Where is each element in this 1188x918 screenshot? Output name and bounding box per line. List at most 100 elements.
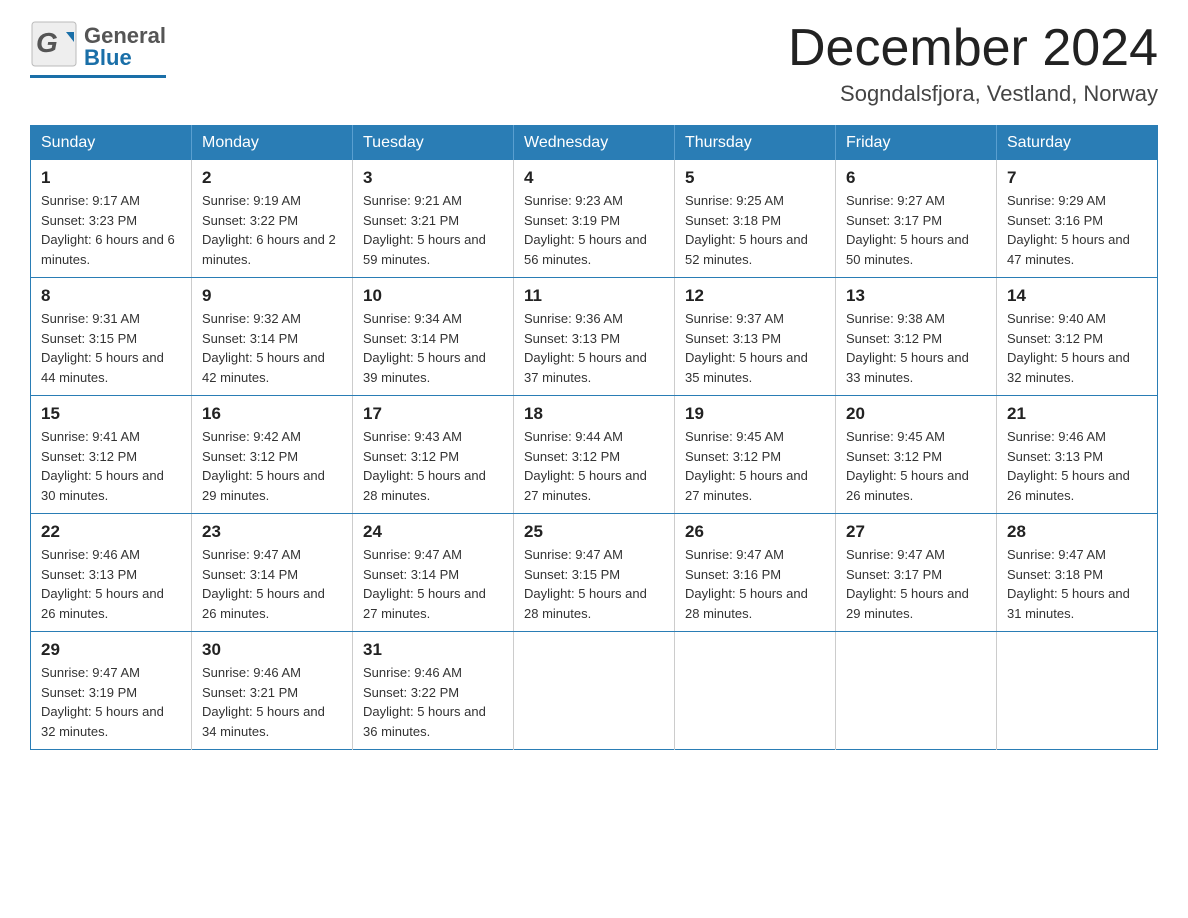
table-row: 21 Sunrise: 9:46 AMSunset: 3:13 PMDaylig… bbox=[997, 396, 1158, 514]
table-row: 25 Sunrise: 9:47 AMSunset: 3:15 PMDaylig… bbox=[514, 514, 675, 632]
col-sunday: Sunday bbox=[31, 126, 192, 161]
table-row: 2 Sunrise: 9:19 AMSunset: 3:22 PMDayligh… bbox=[192, 160, 353, 278]
day-info: Sunrise: 9:46 AMSunset: 3:13 PMDaylight:… bbox=[1007, 429, 1130, 503]
day-info: Sunrise: 9:46 AMSunset: 3:21 PMDaylight:… bbox=[202, 665, 325, 739]
day-number: 27 bbox=[846, 522, 986, 542]
day-number: 22 bbox=[41, 522, 181, 542]
logo-icon: G bbox=[30, 20, 78, 68]
day-info: Sunrise: 9:42 AMSunset: 3:12 PMDaylight:… bbox=[202, 429, 325, 503]
table-row: 31 Sunrise: 9:46 AMSunset: 3:22 PMDaylig… bbox=[353, 632, 514, 750]
table-row: 7 Sunrise: 9:29 AMSunset: 3:16 PMDayligh… bbox=[997, 160, 1158, 278]
table-row: 28 Sunrise: 9:47 AMSunset: 3:18 PMDaylig… bbox=[997, 514, 1158, 632]
month-title: December 2024 bbox=[788, 20, 1158, 77]
day-info: Sunrise: 9:47 AMSunset: 3:14 PMDaylight:… bbox=[202, 547, 325, 621]
table-row: 29 Sunrise: 9:47 AMSunset: 3:19 PMDaylig… bbox=[31, 632, 192, 750]
table-row: 14 Sunrise: 9:40 AMSunset: 3:12 PMDaylig… bbox=[997, 278, 1158, 396]
day-info: Sunrise: 9:27 AMSunset: 3:17 PMDaylight:… bbox=[846, 193, 969, 267]
page-container: G General Blue December 2024 Sogndalsfjo… bbox=[30, 20, 1158, 750]
day-info: Sunrise: 9:36 AMSunset: 3:13 PMDaylight:… bbox=[524, 311, 647, 385]
day-number: 24 bbox=[363, 522, 503, 542]
day-info: Sunrise: 9:47 AMSunset: 3:14 PMDaylight:… bbox=[363, 547, 486, 621]
col-saturday: Saturday bbox=[997, 126, 1158, 161]
day-info: Sunrise: 9:37 AMSunset: 3:13 PMDaylight:… bbox=[685, 311, 808, 385]
day-number: 1 bbox=[41, 168, 181, 188]
day-number: 28 bbox=[1007, 522, 1147, 542]
table-row: 26 Sunrise: 9:47 AMSunset: 3:16 PMDaylig… bbox=[675, 514, 836, 632]
day-info: Sunrise: 9:41 AMSunset: 3:12 PMDaylight:… bbox=[41, 429, 164, 503]
day-number: 18 bbox=[524, 404, 664, 424]
table-row: 16 Sunrise: 9:42 AMSunset: 3:12 PMDaylig… bbox=[192, 396, 353, 514]
table-row: 30 Sunrise: 9:46 AMSunset: 3:21 PMDaylig… bbox=[192, 632, 353, 750]
day-number: 11 bbox=[524, 286, 664, 306]
table-row: 20 Sunrise: 9:45 AMSunset: 3:12 PMDaylig… bbox=[836, 396, 997, 514]
day-info: Sunrise: 9:23 AMSunset: 3:19 PMDaylight:… bbox=[524, 193, 647, 267]
day-number: 31 bbox=[363, 640, 503, 660]
table-row: 1 Sunrise: 9:17 AMSunset: 3:23 PMDayligh… bbox=[31, 160, 192, 278]
table-row: 27 Sunrise: 9:47 AMSunset: 3:17 PMDaylig… bbox=[836, 514, 997, 632]
day-info: Sunrise: 9:43 AMSunset: 3:12 PMDaylight:… bbox=[363, 429, 486, 503]
day-info: Sunrise: 9:47 AMSunset: 3:19 PMDaylight:… bbox=[41, 665, 164, 739]
day-info: Sunrise: 9:47 AMSunset: 3:17 PMDaylight:… bbox=[846, 547, 969, 621]
logo-general-text: General bbox=[84, 25, 166, 47]
day-info: Sunrise: 9:32 AMSunset: 3:14 PMDaylight:… bbox=[202, 311, 325, 385]
calendar-week-row: 8 Sunrise: 9:31 AMSunset: 3:15 PMDayligh… bbox=[31, 278, 1158, 396]
table-row: 10 Sunrise: 9:34 AMSunset: 3:14 PMDaylig… bbox=[353, 278, 514, 396]
table-row bbox=[836, 632, 997, 750]
table-row: 24 Sunrise: 9:47 AMSunset: 3:14 PMDaylig… bbox=[353, 514, 514, 632]
day-number: 2 bbox=[202, 168, 342, 188]
calendar-week-row: 29 Sunrise: 9:47 AMSunset: 3:19 PMDaylig… bbox=[31, 632, 1158, 750]
table-row: 4 Sunrise: 9:23 AMSunset: 3:19 PMDayligh… bbox=[514, 160, 675, 278]
day-info: Sunrise: 9:46 AMSunset: 3:22 PMDaylight:… bbox=[363, 665, 486, 739]
day-info: Sunrise: 9:29 AMSunset: 3:16 PMDaylight:… bbox=[1007, 193, 1130, 267]
table-row bbox=[514, 632, 675, 750]
table-row: 3 Sunrise: 9:21 AMSunset: 3:21 PMDayligh… bbox=[353, 160, 514, 278]
table-row: 6 Sunrise: 9:27 AMSunset: 3:17 PMDayligh… bbox=[836, 160, 997, 278]
day-info: Sunrise: 9:47 AMSunset: 3:18 PMDaylight:… bbox=[1007, 547, 1130, 621]
calendar-week-row: 1 Sunrise: 9:17 AMSunset: 3:23 PMDayligh… bbox=[31, 160, 1158, 278]
svg-text:G: G bbox=[36, 27, 58, 58]
table-row: 5 Sunrise: 9:25 AMSunset: 3:18 PMDayligh… bbox=[675, 160, 836, 278]
day-number: 21 bbox=[1007, 404, 1147, 424]
table-row: 12 Sunrise: 9:37 AMSunset: 3:13 PMDaylig… bbox=[675, 278, 836, 396]
day-number: 9 bbox=[202, 286, 342, 306]
day-number: 13 bbox=[846, 286, 986, 306]
calendar-week-row: 22 Sunrise: 9:46 AMSunset: 3:13 PMDaylig… bbox=[31, 514, 1158, 632]
day-number: 4 bbox=[524, 168, 664, 188]
day-info: Sunrise: 9:47 AMSunset: 3:15 PMDaylight:… bbox=[524, 547, 647, 621]
day-info: Sunrise: 9:19 AMSunset: 3:22 PMDaylight:… bbox=[202, 193, 336, 267]
table-row: 19 Sunrise: 9:45 AMSunset: 3:12 PMDaylig… bbox=[675, 396, 836, 514]
day-info: Sunrise: 9:34 AMSunset: 3:14 PMDaylight:… bbox=[363, 311, 486, 385]
table-row: 23 Sunrise: 9:47 AMSunset: 3:14 PMDaylig… bbox=[192, 514, 353, 632]
day-number: 7 bbox=[1007, 168, 1147, 188]
day-number: 19 bbox=[685, 404, 825, 424]
table-row bbox=[675, 632, 836, 750]
day-number: 26 bbox=[685, 522, 825, 542]
calendar-table: Sunday Monday Tuesday Wednesday Thursday… bbox=[30, 125, 1158, 750]
day-info: Sunrise: 9:45 AMSunset: 3:12 PMDaylight:… bbox=[846, 429, 969, 503]
logo-blue-text: Blue bbox=[84, 47, 166, 69]
day-info: Sunrise: 9:40 AMSunset: 3:12 PMDaylight:… bbox=[1007, 311, 1130, 385]
col-tuesday: Tuesday bbox=[353, 126, 514, 161]
title-area: December 2024 Sogndalsfjora, Vestland, N… bbox=[788, 20, 1158, 107]
table-row: 17 Sunrise: 9:43 AMSunset: 3:12 PMDaylig… bbox=[353, 396, 514, 514]
calendar-week-row: 15 Sunrise: 9:41 AMSunset: 3:12 PMDaylig… bbox=[31, 396, 1158, 514]
day-number: 15 bbox=[41, 404, 181, 424]
day-number: 16 bbox=[202, 404, 342, 424]
day-number: 5 bbox=[685, 168, 825, 188]
day-number: 10 bbox=[363, 286, 503, 306]
day-number: 17 bbox=[363, 404, 503, 424]
table-row: 22 Sunrise: 9:46 AMSunset: 3:13 PMDaylig… bbox=[31, 514, 192, 632]
logo: G General Blue bbox=[30, 20, 166, 73]
table-row: 8 Sunrise: 9:31 AMSunset: 3:15 PMDayligh… bbox=[31, 278, 192, 396]
logo-underline bbox=[30, 75, 166, 78]
day-info: Sunrise: 9:25 AMSunset: 3:18 PMDaylight:… bbox=[685, 193, 808, 267]
day-info: Sunrise: 9:31 AMSunset: 3:15 PMDaylight:… bbox=[41, 311, 164, 385]
day-info: Sunrise: 9:46 AMSunset: 3:13 PMDaylight:… bbox=[41, 547, 164, 621]
day-number: 29 bbox=[41, 640, 181, 660]
day-number: 8 bbox=[41, 286, 181, 306]
table-row: 13 Sunrise: 9:38 AMSunset: 3:12 PMDaylig… bbox=[836, 278, 997, 396]
table-row: 15 Sunrise: 9:41 AMSunset: 3:12 PMDaylig… bbox=[31, 396, 192, 514]
day-info: Sunrise: 9:44 AMSunset: 3:12 PMDaylight:… bbox=[524, 429, 647, 503]
day-info: Sunrise: 9:38 AMSunset: 3:12 PMDaylight:… bbox=[846, 311, 969, 385]
day-number: 25 bbox=[524, 522, 664, 542]
